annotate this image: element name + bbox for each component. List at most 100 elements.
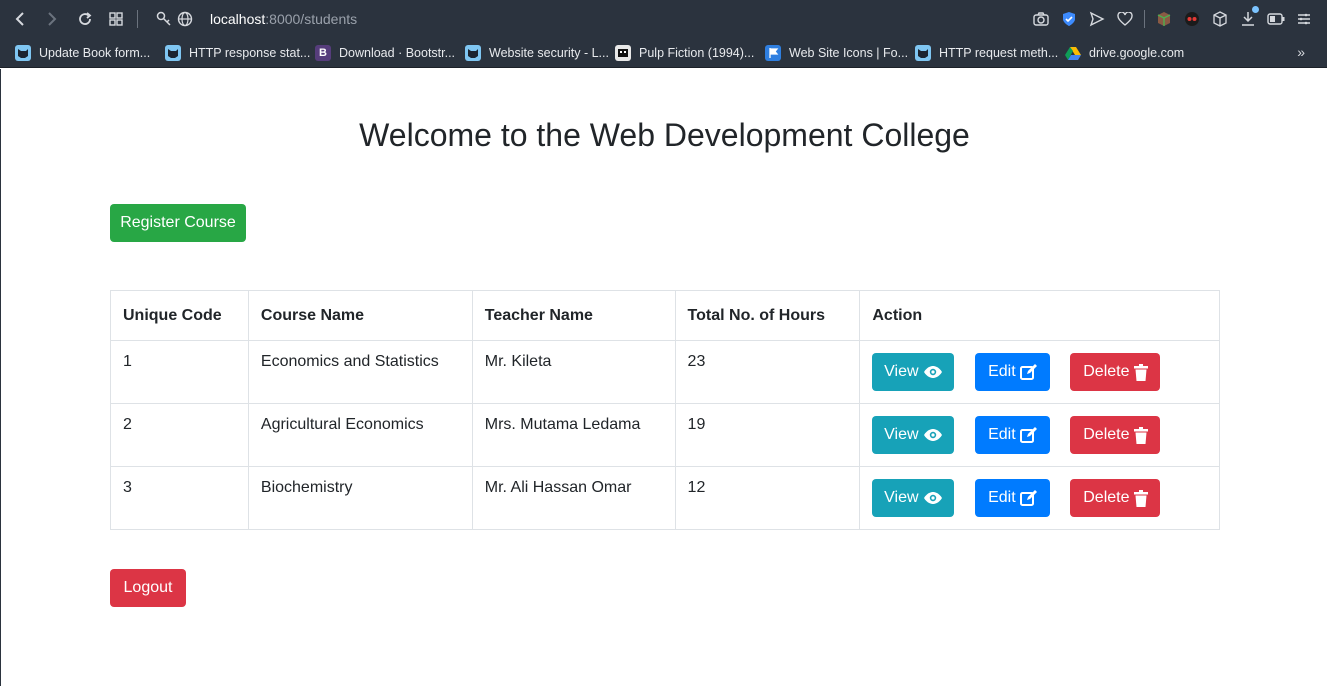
edit-icon — [1019, 364, 1037, 380]
logout-button[interactable]: Logout — [110, 569, 186, 607]
cell-teacher: Mr. Ali Hassan Omar — [471, 466, 676, 530]
reload-icon — [79, 12, 92, 25]
address-bar[interactable]: localhost:8000/students — [210, 11, 357, 27]
view-button[interactable]: View — [872, 416, 955, 454]
delete-label: Delete — [1083, 426, 1130, 443]
trash-icon — [1133, 489, 1148, 507]
cell-course: Biochemistry — [247, 466, 473, 530]
edit-button[interactable]: Edit — [975, 353, 1051, 391]
shield-icon[interactable] — [1060, 10, 1078, 28]
view-button[interactable]: View — [872, 353, 955, 391]
heart-icon[interactable] — [1116, 10, 1134, 28]
courses-table: Unique Code Course Name Teacher Name Tot… — [110, 290, 1220, 530]
delete-label: Delete — [1083, 489, 1130, 506]
cell-actions: View Edit Delete — [859, 403, 1220, 467]
bookmark-item[interactable]: HTTP response stat... — [165, 44, 310, 62]
bookmark-label: Download · Bootstr... — [339, 46, 456, 60]
column-header: Total No. of Hours — [674, 290, 861, 341]
column-header: Unique Code — [110, 290, 249, 341]
bookmark-item[interactable]: Pulp Fiction (1994)... — [615, 44, 754, 62]
bookmark-label: HTTP response stat... — [189, 46, 311, 60]
delete-button[interactable]: Delete — [1070, 353, 1161, 391]
delete-button[interactable]: Delete — [1070, 479, 1161, 517]
download-icon[interactable] — [1239, 6, 1259, 28]
edit-label: Edit — [988, 363, 1016, 380]
cell-code: 2 — [110, 403, 249, 467]
eye-icon — [923, 366, 942, 378]
column-header: Teacher Name — [471, 290, 676, 341]
cell-course: Economics and Statistics — [247, 340, 473, 404]
toolbar-divider — [137, 10, 138, 28]
bookmarks-overflow-button[interactable]: » — [1297, 44, 1305, 60]
edit-button[interactable]: Edit — [975, 479, 1051, 517]
camera-icon[interactable] — [1032, 10, 1050, 28]
cell-code: 1 — [110, 340, 249, 404]
drive-icon — [1065, 45, 1081, 61]
box-icon[interactable] — [1211, 10, 1229, 28]
table-row: 1 Economics and Statistics Mr. Kileta 23… — [110, 340, 1220, 404]
column-header: Course Name — [247, 290, 473, 341]
delete-button[interactable]: Delete — [1070, 416, 1161, 454]
cell-code: 3 — [110, 466, 249, 530]
bookmark-label: Web Site Icons | Fo... — [789, 46, 909, 60]
bookmark-item[interactable]: drive.google.com — [1065, 44, 1184, 62]
view-label: View — [884, 426, 919, 443]
extension-mask-icon[interactable] — [1183, 10, 1201, 28]
cell-hours: 12 — [674, 466, 861, 530]
edit-label: Edit — [988, 426, 1016, 443]
bootstrap-icon: B — [315, 45, 331, 61]
chevron-right-icon — [48, 12, 57, 26]
cell-course: Agricultural Economics — [247, 403, 473, 467]
cell-hours: 19 — [674, 403, 861, 467]
browser-toolbar: localhost:8000/students — [0, 0, 1327, 38]
extension-cube-icon[interactable] — [1155, 10, 1173, 28]
table-row: 2 Agricultural Economics Mrs. Mutama Led… — [110, 403, 1220, 467]
trash-icon — [1133, 363, 1148, 381]
toolbar-divider — [1144, 10, 1145, 28]
imdb-icon — [615, 45, 631, 61]
toolbar-right-icons — [1032, 6, 1313, 28]
edit-label: Edit — [988, 489, 1016, 506]
menu-icon[interactable] — [1295, 10, 1313, 28]
url-path: :8000/students — [265, 11, 358, 27]
eye-icon — [923, 492, 942, 504]
bookmark-item[interactable]: HTTP request meth... — [915, 44, 1058, 62]
bookmark-item[interactable]: Web Site Icons | Fo... — [765, 44, 908, 62]
battery-icon[interactable] — [1267, 10, 1285, 28]
send-icon[interactable] — [1088, 10, 1106, 28]
tabs-grid-button[interactable] — [107, 10, 125, 28]
cat-icon — [165, 45, 181, 61]
edit-icon — [1019, 427, 1037, 443]
key-icon[interactable] — [155, 10, 173, 28]
column-header: Action — [859, 290, 1220, 341]
bookmark-item[interactable]: Update Book form... — [15, 44, 150, 62]
view-label: View — [884, 489, 919, 506]
globe-icon[interactable] — [176, 10, 194, 28]
forward-button[interactable] — [43, 10, 61, 28]
flag-icon — [765, 45, 781, 61]
chevron-left-icon — [15, 12, 24, 26]
cell-actions: View Edit Delete — [859, 466, 1220, 530]
bookmark-label: Website security - L... — [489, 46, 609, 60]
cell-actions: View Edit Delete — [859, 340, 1220, 404]
page-title: Welcome to the Web Development College — [359, 117, 970, 153]
cell-teacher: Mrs. Mutama Ledama — [471, 403, 676, 467]
bookmark-item[interactable]: Website security - L... — [465, 44, 609, 62]
register-course-button[interactable]: Register Course — [110, 204, 246, 242]
grid-icon — [109, 12, 123, 26]
table-header-row: Unique Code Course Name Teacher Name Tot… — [110, 290, 1220, 341]
back-button[interactable] — [11, 10, 29, 28]
bookmark-label: Pulp Fiction (1994)... — [639, 46, 755, 60]
cat-icon — [915, 45, 931, 61]
cat-icon — [465, 45, 481, 61]
edit-icon — [1019, 490, 1037, 506]
cell-teacher: Mr. Kileta — [471, 340, 676, 404]
trash-icon — [1133, 426, 1148, 444]
url-host: localhost — [210, 11, 266, 27]
eye-icon — [923, 429, 942, 441]
reload-button[interactable] — [76, 10, 94, 28]
view-button[interactable]: View — [872, 479, 955, 517]
edit-button[interactable]: Edit — [975, 416, 1051, 454]
bookmark-item[interactable]: B Download · Bootstr... — [315, 44, 455, 62]
view-label: View — [884, 363, 919, 380]
